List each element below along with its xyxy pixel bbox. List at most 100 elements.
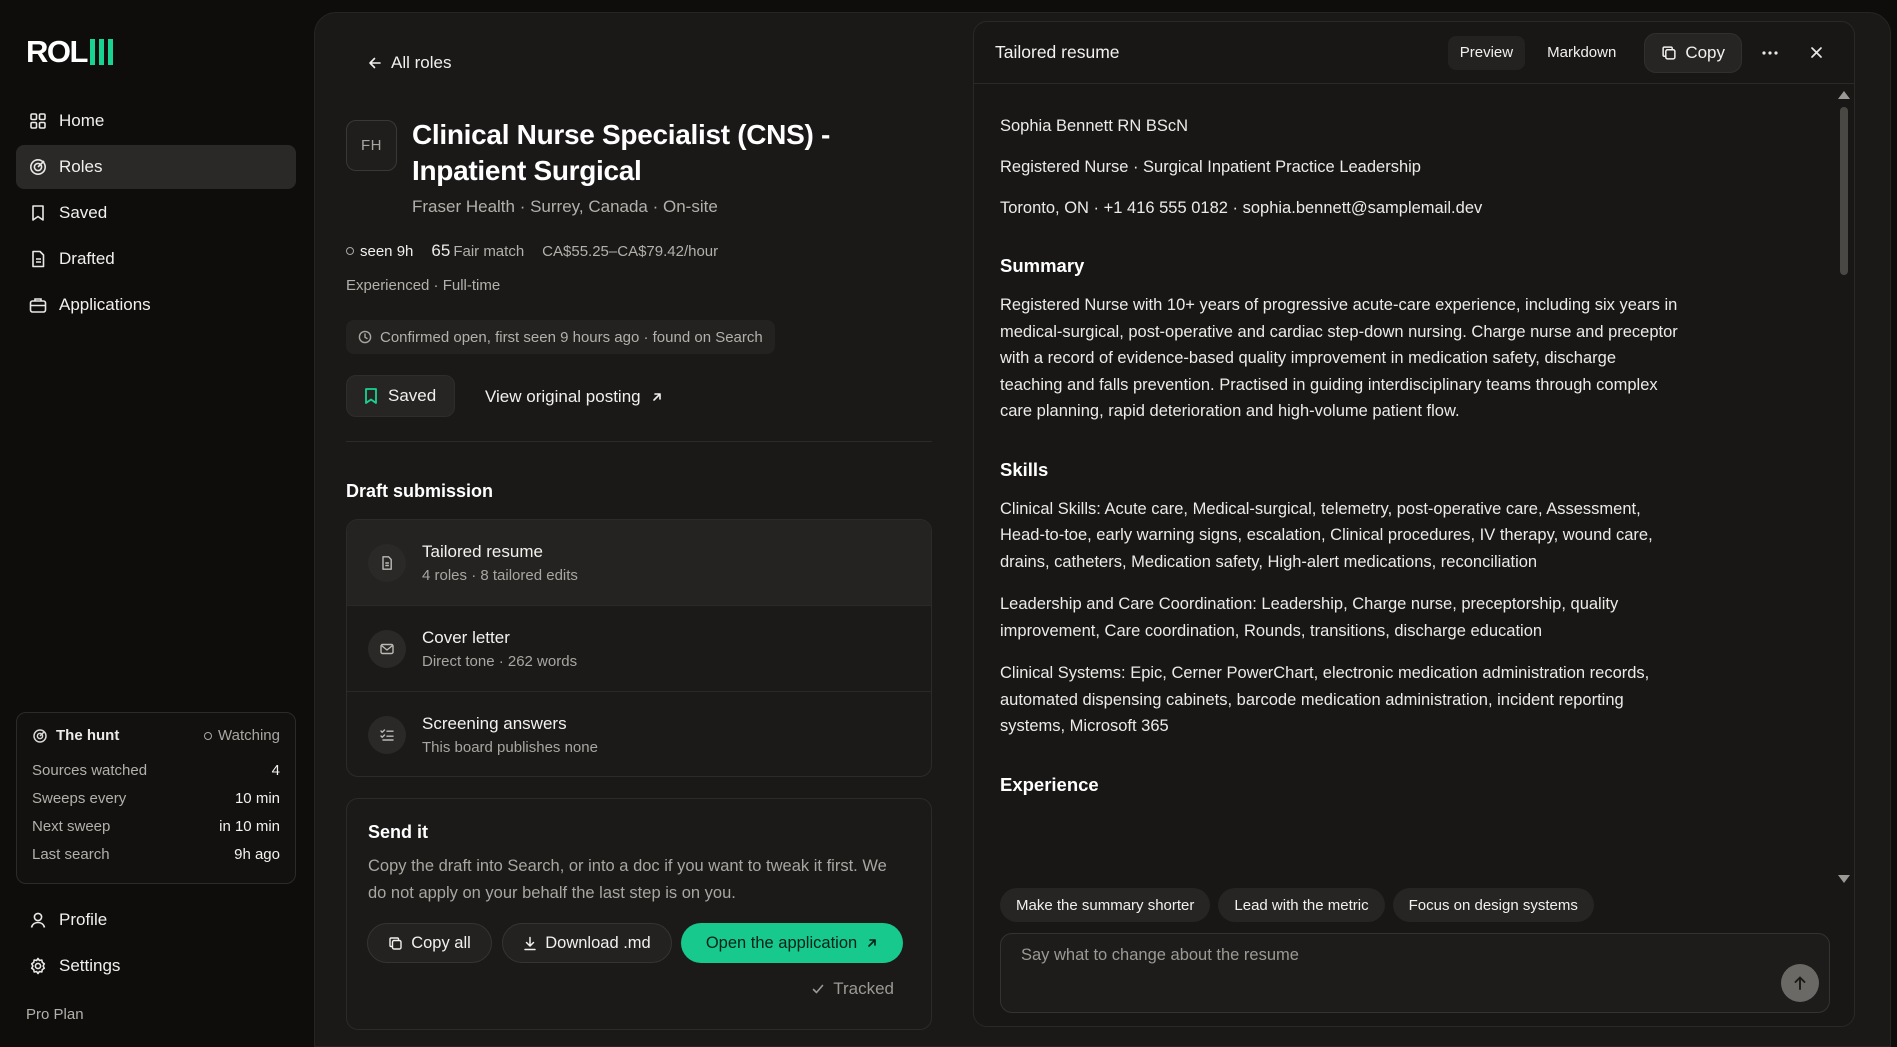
close-panel-button[interactable] [1798,35,1834,71]
suggestion-chips: Make the summary shorter Lead with the m… [1000,888,1594,922]
sidebar-item-drafted[interactable]: Drafted [16,237,296,281]
open-application-button[interactable]: Open the application [681,923,903,963]
resume-headline: Registered Nurse · Surgical Inpatient Pr… [1000,158,1421,176]
briefcase-icon [28,295,48,315]
sidebar-item-label: Drafted [59,249,115,268]
clock-icon [358,330,372,344]
draft-item-name: Cover letter [422,627,510,647]
suggestion-chip-lead-metric[interactable]: Lead with the metric [1218,888,1385,922]
back-to-roles-link[interactable]: All roles [367,53,451,73]
resume-name: Sophia Bennett RN BScN [1000,117,1189,135]
resume-scrollbar[interactable] [1834,85,1854,889]
match-score: 65 Fair match [431,241,525,260]
sidebar-item-profile[interactable]: Profile [16,898,296,942]
draft-items-list: Tailored resume 4 roles · 8 tailored edi… [346,519,932,777]
checklist-icon [368,716,406,754]
sidebar-item-home[interactable]: Home [16,99,296,143]
send-it-card: Send it Copy the draft into Search, or i… [346,798,932,1030]
sidebar: ROL Home Roles Saved Drafted Application… [0,0,312,1047]
hunt-row-last-search: Last search 9h ago [32,845,280,863]
role-meta: seen 9h 65 Fair match CA$55.25–CA$79.42/h… [346,241,718,261]
hunt-status-card: The hunt Watching Sources watched 4 Sweep… [16,712,296,884]
sidebar-item-settings[interactable]: Settings [16,944,296,988]
bookmark-icon [363,387,379,405]
resume-edit-prompt [1000,933,1830,1013]
draft-item-desc: This board publishes none [422,739,598,756]
app-logo[interactable]: ROL [26,34,113,69]
status-dot-icon [346,247,354,255]
main-nav: Home Roles Saved Drafted Applications [16,99,296,329]
download-md-button[interactable]: Download .md [502,923,672,963]
external-link-icon [651,391,663,403]
status-dot-icon [204,731,213,740]
logo-text: ROL [26,34,88,69]
role-title: Clinical Nurse Specialist (CNS) - Inpati… [412,119,830,186]
copy-button[interactable]: Copy [1644,32,1742,73]
sidebar-item-applications[interactable]: Applications [16,283,296,327]
draft-item-desc: 4 roles · 8 tailored edits [422,566,578,584]
target-icon [28,157,48,177]
back-label: All roles [391,53,452,72]
confirmation-badge: Confirmed open, first seen 9 hours ago ·… [346,320,775,354]
resume-summary: Registered Nurse with 10+ years of progr… [1000,296,1678,420]
document-icon [28,249,48,269]
download-icon [523,936,537,951]
draft-item-cover-letter[interactable]: Cover letter Direct tone · 262 words [347,606,931,692]
scroll-up-arrow-icon[interactable] [1838,91,1850,99]
copy-icon [388,936,403,951]
logo-bars-icon [89,39,113,65]
seen-indicator: seen 9h [346,243,413,260]
salary-range: CA$55.25–CA$79.42/hour [542,242,719,260]
send-prompt-button[interactable] [1781,964,1819,1002]
plan-label[interactable]: Pro Plan [26,1006,84,1023]
tab-markdown[interactable]: Markdown [1535,36,1628,70]
sidebar-item-roles[interactable]: Roles [16,145,296,189]
draft-section-title: Draft submission [346,481,494,501]
suggestion-chip-shorter-summary[interactable]: Make the summary shorter [1000,888,1211,922]
resume-edit-input[interactable] [1021,946,1721,965]
scroll-down-arrow-icon[interactable] [1838,875,1850,883]
user-icon [28,910,48,930]
resume-skill-systems: Clinical Systems: Epic, Cerner PowerChar… [1000,664,1650,735]
sidebar-item-label: Home [59,111,105,130]
external-link-icon [866,937,878,949]
hunt-title: The hunt [56,727,120,744]
resume-contact: Toronto, ON · +1 416 555 0182 · sophia.b… [1000,199,1483,217]
company-avatar: FH [346,120,397,171]
role-tags: Experienced · Full-time [346,277,501,294]
resume-skill-leadership: Leadership and Care Coordination: Leader… [1000,595,1619,640]
resume-panel-header: Tailored resume Preview Markdown Copy [974,22,1854,84]
sidebar-item-label: Settings [59,956,121,975]
gear-icon [28,956,48,976]
sidebar-item-label: Applications [59,295,151,314]
sidebar-item-label: Profile [59,910,108,929]
draft-item-screening-answers[interactable]: Screening answers This board publishes n… [347,692,931,776]
section-divider [346,441,932,442]
view-original-posting-link[interactable]: View original posting [485,387,663,407]
more-options-button[interactable] [1752,35,1788,71]
sidebar-item-saved[interactable]: Saved [16,191,296,235]
bottom-nav: Profile Settings [16,898,296,990]
document-icon [368,543,406,582]
send-title: Send it [368,822,429,842]
radar-icon [32,728,48,744]
close-icon [1810,46,1823,59]
hunt-row-next-sweep: Next sweep in 10 min [32,817,280,835]
mail-icon [368,629,406,668]
tab-preview[interactable]: Preview [1447,35,1526,70]
send-description: Copy the draft into Search, or into a do… [368,857,887,902]
suggestion-chip-design-systems[interactable]: Focus on design systems [1392,888,1594,922]
resume-skill-clinical: Clinical Skills: Acute care, Medical-sur… [1000,499,1653,571]
hunt-status: Watching [204,727,280,744]
check-icon [811,982,825,996]
draft-item-name: Tailored resume [422,541,543,561]
copy-all-button[interactable]: Copy all [367,923,492,963]
copy-icon [1661,45,1677,61]
resume-preview: Sophia Bennett RN BScN Registered Nurse … [974,85,1836,889]
scroll-thumb[interactable] [1840,107,1848,275]
role-company-location: Fraser Health · Surrey, Canada · On-site [412,197,718,216]
sidebar-item-label: Saved [59,203,108,222]
saved-button[interactable]: Saved [346,375,456,417]
tailored-resume-panel: Tailored resume Preview Markdown Copy So… [973,21,1855,1027]
draft-item-tailored-resume[interactable]: Tailored resume 4 roles · 8 tailored edi… [347,520,931,606]
